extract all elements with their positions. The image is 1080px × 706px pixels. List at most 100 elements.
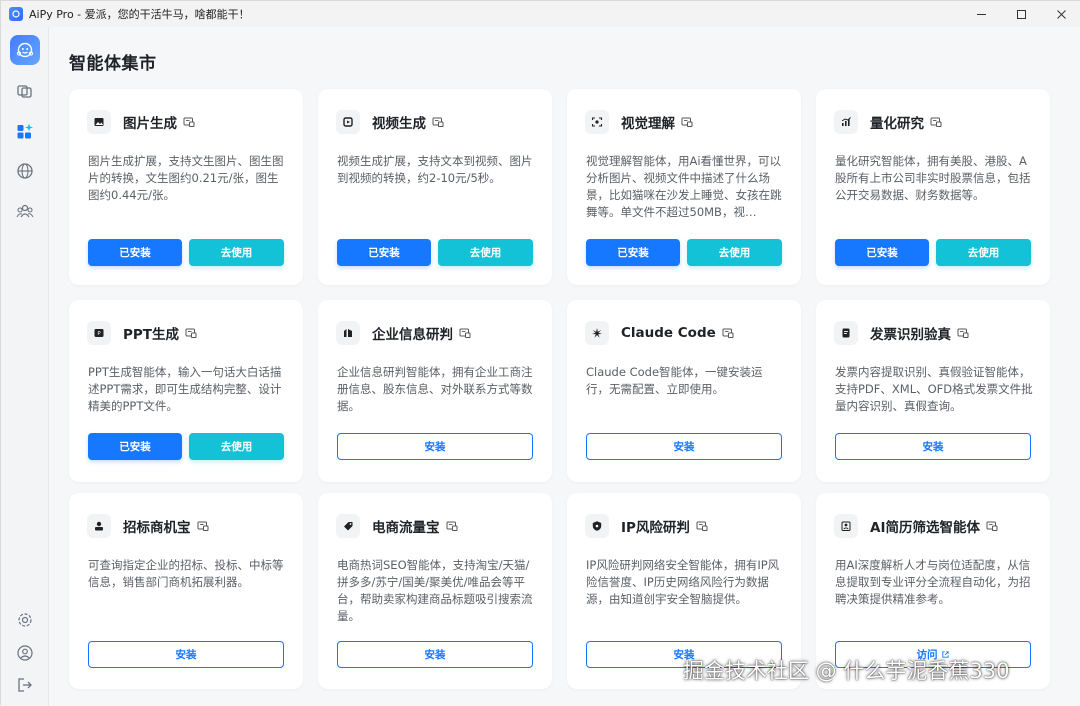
copy-tag-icon[interactable] [446,520,458,532]
globe-icon[interactable] [15,161,35,181]
card-title: 图片生成 [123,116,177,132]
ppt-icon: P [87,321,111,345]
card-title: PPT生成 [123,327,179,343]
agent-card: 电商流量宝 电商热词SEO智能体，支持淘宝/天猫/拼多多/苏宁/国美/聚美优/唯… [318,493,552,689]
card-description: 量化研究智能体，拥有美股、港股、A股所有上市公司非实时股票信息，包括公开交易数据… [835,154,1031,202]
card-title: AI简历筛选智能体 [870,520,980,536]
video-icon [336,110,360,134]
card-title: IP风险研判 [621,520,690,536]
sidebar [1,27,49,706]
install-button[interactable]: 安装 [337,433,533,460]
card-title: 企业信息研判 [372,327,453,343]
use-button[interactable]: 去使用 [936,239,1031,266]
installed-button[interactable]: 已安装 [835,239,929,266]
card-description: IP风险研判网络安全智能体，拥有IP风险信誉度、IP历史网络风险行为数据源，由知… [586,558,780,606]
agent-card: 招标商机宝 可查询指定企业的招标、投标、中标等信息，销售部门商机拓展利器。 安装 [69,493,303,689]
agent-card: 量化研究 量化研究智能体，拥有美股、港股、A股所有上市公司非实时股票信息，包括公… [816,89,1050,285]
shop-tag-icon [336,514,360,538]
use-button[interactable]: 去使用 [438,239,533,266]
robot-logo-icon[interactable] [10,35,40,65]
install-button[interactable]: 安装 [337,641,533,668]
card-title: Claude Code [621,325,716,341]
action-label: 安装 [424,441,446,453]
installed-button[interactable]: 已安装 [88,239,182,266]
invoice-icon [834,321,858,345]
maximize-icon [1016,9,1026,19]
card-title: 招标商机宝 [123,520,191,536]
install-button[interactable]: 安装 [586,433,782,460]
copy-tag-icon[interactable] [930,116,942,128]
action-label: 安装 [175,649,197,661]
use-button[interactable]: 去使用 [687,239,782,266]
minimize-icon [976,13,986,15]
window-title: AiPy Pro - 爱派，您的干活牛马，啥都能干！ [29,8,250,21]
card-description: 用AI深度解析人才与岗位适配度，从信息提取到专业评分全流程自动化，为招聘决策提供… [835,558,1031,606]
app-window: AiPy Pro - 爱派，您的干活牛马，啥都能干！ 智能体集市 图片生成 图片… [0,0,1080,706]
card-description: 企业信息研判智能体，拥有企业工商注册信息、股东信息、对外联系方式等数据。 [337,365,533,413]
card-description: 图片生成扩展，支持文生图片、图生图片的转换，文生图约0.21元/张，图生图约0.… [88,154,284,202]
card-description: 可查询指定企业的招标、投标、中标等信息，销售部门商机拓展利器。 [88,558,284,589]
apps-sparkle-icon[interactable] [15,121,35,141]
use-button[interactable]: 去使用 [189,239,284,266]
card-description: PPT生成智能体，输入一句话大白话描述PPT需求，即可生成结构完整、设计精美的P… [88,365,282,413]
user-circle-icon[interactable] [15,643,35,663]
card-title: 量化研究 [870,116,924,132]
copy-tag-icon[interactable] [696,520,708,532]
action-label: 安装 [922,441,944,453]
installed-button[interactable]: 已安装 [586,239,680,266]
card-description: 发票内容提取识别、真假验证智能体，支持PDF、XML、OFD格式发票文件批量内容… [835,365,1033,413]
chart-icon [834,110,858,134]
agent-card: P PPT生成 PPT生成智能体，输入一句话大白话描述PPT需求，即可生成结构完… [69,300,303,482]
card-description: Claude Code智能体，一键安装运行，无需配置、立即使用。 [586,365,763,396]
copy-tag-icon[interactable] [197,520,209,532]
page-title: 智能体集市 [69,54,157,74]
card-description: 视觉理解智能体，用Ai看懂世界，可以分析图片、视频文件中描述了什么场景，比如猫咪… [586,154,782,219]
action-label: 安装 [673,441,695,453]
copy-tag-icon[interactable] [459,327,471,339]
copy-tag-icon[interactable] [185,327,197,339]
card-title: 视频生成 [372,116,426,132]
maximize-button[interactable] [1001,1,1041,27]
agent-card: 视频生成 视频生成扩展，支持文本到视频、图片到视频的转换，约2-10元/5秒。 … [318,89,552,285]
app-logo-icon [9,7,23,21]
agent-card: 图片生成 图片生成扩展，支持文生图片、图生图片的转换，文生图约0.21元/张，图… [69,89,303,285]
image-icon [87,110,111,134]
install-button[interactable]: 安装 [88,641,284,668]
resume-icon [834,514,858,538]
bid-icon [87,514,111,538]
card-description: 电商热词SEO智能体，支持淘宝/天猫/拼多多/苏宁/国美/聚美优/唯品会等平台，… [337,558,533,623]
card-title: 发票识别验真 [870,327,951,343]
close-icon [1056,9,1066,19]
agent-card: 企业信息研判 企业信息研判智能体，拥有企业工商注册信息、股东信息、对外联系方式等… [318,300,552,482]
watermark-text: 掘金技术社区 @ 什么芋泥香蕉330 [683,659,1010,683]
agent-card: 发票识别验真 发票内容提取识别、真假验证智能体，支持PDF、XML、OFD格式发… [816,300,1050,482]
card-title: 视觉理解 [621,116,675,132]
main-content: 智能体集市 图片生成 图片生成扩展，支持文生图片、图生图片的转换，文生图约0.2… [49,27,1080,706]
eye-scan-icon [585,110,609,134]
installed-button[interactable]: 已安装 [88,433,182,460]
close-button[interactable] [1041,1,1080,27]
copy-tag-icon[interactable] [722,327,734,339]
copy-tag-icon[interactable] [986,520,998,532]
installed-button[interactable]: 已安装 [337,239,431,266]
claude-burst-icon [585,321,609,345]
shield-ip-icon [585,514,609,538]
title-bar: AiPy Pro - 爱派，您的干活牛马，啥都能干！ [1,1,1080,27]
install-button[interactable]: 安装 [835,433,1031,460]
action-label: 安装 [424,649,446,661]
copy-tag-icon[interactable] [432,116,444,128]
card-title: 电商流量宝 [372,520,440,536]
building-icon [336,321,360,345]
logout-icon[interactable] [15,675,35,695]
card-description: 视频生成扩展，支持文本到视频、图片到视频的转换，约2-10元/5秒。 [337,154,533,185]
cubes-icon[interactable] [15,81,35,101]
copy-tag-icon[interactable] [681,116,693,128]
people-icon[interactable] [15,201,35,221]
gear-icon[interactable] [15,610,35,630]
copy-tag-icon[interactable] [183,116,195,128]
minimize-button[interactable] [961,1,1001,27]
agent-card: 视觉理解 视觉理解智能体，用Ai看懂世界，可以分析图片、视频文件中描述了什么场景… [567,89,801,285]
agent-card: Claude Code Claude Code智能体，一键安装运行，无需配置、立… [567,300,801,482]
use-button[interactable]: 去使用 [189,433,284,460]
copy-tag-icon[interactable] [957,327,969,339]
